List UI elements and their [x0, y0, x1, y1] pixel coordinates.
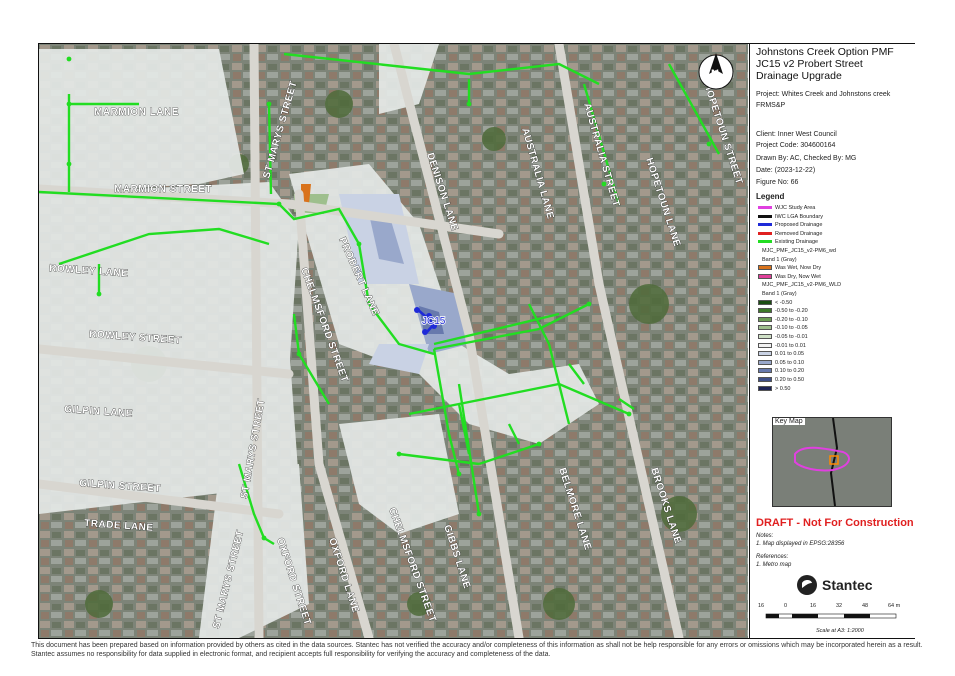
- legend-label: -0.20 to -0.10: [775, 316, 808, 323]
- legend-item: -0.05 to -0.01: [758, 333, 808, 341]
- legend-swatch: [758, 273, 772, 279]
- legend-item: -0.50 to -0.20: [758, 307, 808, 315]
- legend-swatch: [758, 299, 772, 305]
- legend-label: Existing Drainage: [775, 239, 819, 246]
- scale-tick-label: 48: [862, 603, 869, 609]
- legend-label: MJC_PMF_JC15_v2-PM6_WLD: [762, 282, 842, 289]
- legend-swatch: [758, 223, 772, 227]
- legend-item: MJC_PMF_JC15_v2-PM6_wd: [758, 247, 836, 255]
- legend-label: Was Dry, Now Wet: [775, 273, 821, 280]
- legend-swatch: [758, 214, 772, 218]
- legend-label: -0.10 to -0.05: [775, 325, 808, 332]
- map-svg: JC15 MARMION LANE MARMION STREET ROWLEY …: [39, 44, 748, 638]
- legend-item: -0.01 to 0.01: [758, 342, 806, 350]
- scale-bar-graphic: [765, 613, 897, 619]
- legend-label: 0.10 to 0.20: [775, 368, 805, 375]
- client-line: Client: Inner West Council: [756, 131, 837, 138]
- legend-item: WJC Study Area: [758, 204, 815, 212]
- legend-swatch: [758, 368, 772, 374]
- legend-swatch: [758, 240, 772, 244]
- legend-item: Removed Drainage: [758, 230, 822, 238]
- legend-swatch: [758, 316, 772, 322]
- legend-swatch: [758, 385, 772, 391]
- legend-item: Existing Drainage: [758, 238, 818, 246]
- legend-item: 0.05 to 0.10: [758, 359, 804, 367]
- key-map-graphic: [794, 418, 850, 506]
- legend-swatch: [758, 359, 772, 365]
- legend-label: < -0.50: [775, 299, 793, 306]
- legend-label: -0.50 to -0.20: [775, 308, 808, 315]
- legend-label: IWC LGA Boundary: [775, 213, 823, 220]
- disclaimer: This document has been prepared based on…: [31, 642, 923, 658]
- legend-item: Band 1 (Gray): [758, 256, 797, 264]
- legend-label: Proposed Drainage: [775, 222, 823, 229]
- svg-text:N: N: [711, 68, 719, 80]
- street-label: MARMION STREET: [114, 184, 212, 195]
- stantec-logo: Stantec: [796, 574, 896, 596]
- legend-label: WJC Study Area: [775, 205, 816, 211]
- legend-swatch: [758, 265, 772, 271]
- legend-swatch: [758, 206, 772, 210]
- scale-tick-label: 64 m: [888, 603, 901, 609]
- legend-item: -0.20 to -0.10: [758, 316, 808, 324]
- legend-swatch: [758, 334, 772, 340]
- legend-label: Band 1 (Gray): [762, 291, 797, 297]
- scale-text: Scale at A3: 1:2000: [816, 628, 864, 634]
- refs-text: 1. Metro map: [756, 562, 792, 568]
- legend-item: Was Wet, Now Dry: [758, 264, 821, 272]
- legend-item: Proposed Drainage: [758, 221, 822, 229]
- legend-item: IWC LGA Boundary: [758, 213, 823, 221]
- drawn-by: Drawn By: AC, Checked By: MG: [756, 155, 857, 162]
- legend-swatch: [758, 325, 772, 331]
- legend-item: 0.20 to 0.50: [758, 376, 804, 384]
- notes-text: 1. Map displayed in EPSG:28356: [756, 541, 845, 547]
- map-canvas[interactable]: JC15 MARMION LANE MARMION STREET ROWLEY …: [39, 44, 748, 638]
- project-code: Project Code: 304600164: [756, 142, 836, 149]
- legend-item: > 0.50: [758, 385, 790, 393]
- legend-label: Was Wet, Now Dry: [775, 265, 822, 272]
- legend-item: -0.10 to -0.05: [758, 324, 808, 332]
- scale-tick-label: 32: [836, 603, 843, 609]
- legend-swatch: [758, 342, 772, 348]
- legend-item: 0.01 to 0.05: [758, 350, 804, 358]
- scale-tick-label: 16: [758, 603, 765, 609]
- scale-tick-label: 0: [784, 603, 788, 609]
- date-line: Date: (2023-12-22): [756, 167, 816, 174]
- scale-tick-label: 16: [810, 603, 817, 609]
- legend-item: 0.10 to 0.20: [758, 367, 804, 375]
- legend-title: Legend: [756, 192, 785, 201]
- legend-label: Removed Drainage: [775, 230, 823, 237]
- scale-bar: 16 0 16 32 48 64 m Scale at A3: 1:2000: [758, 603, 908, 634]
- legend-label: -0.05 to -0.01: [775, 334, 808, 340]
- refs-title: References:: [756, 554, 789, 560]
- legend-swatch: [758, 308, 772, 314]
- legend-swatch: [758, 231, 772, 235]
- street-label: MARMION LANE: [94, 107, 179, 118]
- legend-label: 0.01 to 0.05: [775, 351, 805, 358]
- notes-title: Notes:: [756, 533, 774, 539]
- legend-label: Band 1 (Gray): [762, 256, 797, 263]
- draft-notice: DRAFT - Not For Construction: [756, 517, 914, 529]
- info-panel: Johnstons Creek Option PMF JC15 v2 Probe…: [749, 44, 915, 638]
- legend-item: Was Dry, Now Wet: [758, 273, 821, 281]
- stantec-logo-icon: [797, 575, 817, 595]
- legend-label: 0.20 to 0.50: [775, 377, 805, 383]
- stantec-logo-text: Stantec: [822, 577, 873, 593]
- legend-item: < -0.50: [758, 299, 792, 307]
- figure-number: Figure No: 66: [756, 179, 799, 186]
- legend-item: MJC_PMF_JC15_v2-PM6_WLD: [758, 281, 841, 289]
- site-label: JC15: [422, 316, 446, 327]
- legend-label: > 0.50: [775, 385, 791, 392]
- map-title: Johnstons Creek Option PMF JC15 v2 Probe…: [756, 46, 894, 82]
- legend-label: -0.01 to 0.01: [775, 342, 806, 349]
- legend-label: 0.05 to 0.10: [775, 359, 805, 366]
- legend-swatch: [758, 351, 772, 357]
- legend-item: Band 1 (Gray): [758, 290, 797, 298]
- legend-swatch: [758, 377, 772, 383]
- key-map: Key Map: [772, 417, 892, 507]
- legend-label: MJC_PMF_JC15_v2-PM6_wd: [762, 248, 836, 254]
- project-line: Project: Whites Creek and Johnstons cree…: [756, 91, 891, 109]
